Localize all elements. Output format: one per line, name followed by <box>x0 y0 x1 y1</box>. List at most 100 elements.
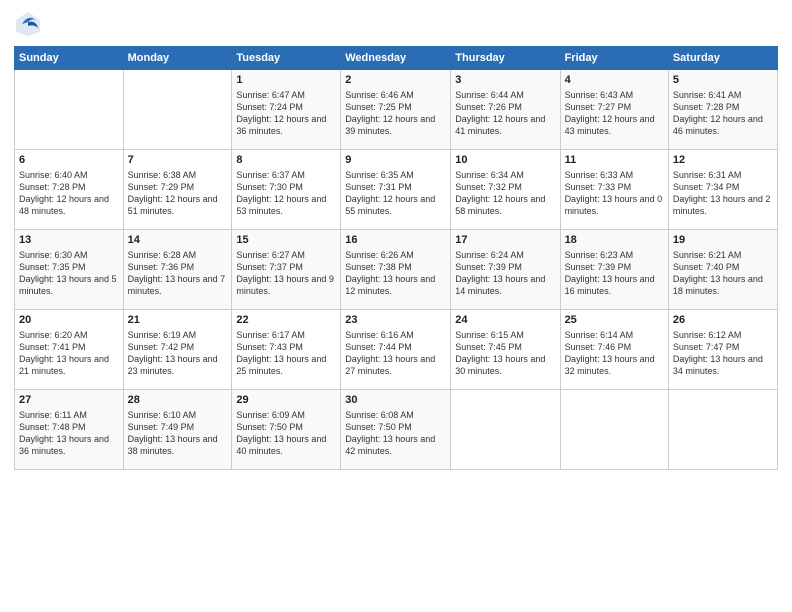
day-number: 25 <box>565 313 664 328</box>
calendar-cell: 12Sunrise: 6:31 AM Sunset: 7:34 PM Dayli… <box>668 150 777 230</box>
calendar-cell: 18Sunrise: 6:23 AM Sunset: 7:39 PM Dayli… <box>560 230 668 310</box>
calendar-cell: 25Sunrise: 6:14 AM Sunset: 7:46 PM Dayli… <box>560 310 668 390</box>
calendar-cell: 6Sunrise: 6:40 AM Sunset: 7:28 PM Daylig… <box>15 150 124 230</box>
calendar-cell: 20Sunrise: 6:20 AM Sunset: 7:41 PM Dayli… <box>15 310 124 390</box>
calendar-cell: 15Sunrise: 6:27 AM Sunset: 7:37 PM Dayli… <box>232 230 341 310</box>
calendar-cell: 13Sunrise: 6:30 AM Sunset: 7:35 PM Dayli… <box>15 230 124 310</box>
week-row-1: 1Sunrise: 6:47 AM Sunset: 7:24 PM Daylig… <box>15 70 778 150</box>
day-info: Sunrise: 6:09 AM Sunset: 7:50 PM Dayligh… <box>236 409 336 458</box>
day-info: Sunrise: 6:47 AM Sunset: 7:24 PM Dayligh… <box>236 89 336 138</box>
calendar-cell: 19Sunrise: 6:21 AM Sunset: 7:40 PM Dayli… <box>668 230 777 310</box>
day-number: 6 <box>19 153 119 168</box>
calendar-cell: 30Sunrise: 6:08 AM Sunset: 7:50 PM Dayli… <box>341 390 451 470</box>
calendar-cell: 3Sunrise: 6:44 AM Sunset: 7:26 PM Daylig… <box>451 70 560 150</box>
day-number: 3 <box>455 73 555 88</box>
calendar-cell <box>668 390 777 470</box>
calendar-cell <box>15 70 124 150</box>
calendar-cell: 10Sunrise: 6:34 AM Sunset: 7:32 PM Dayli… <box>451 150 560 230</box>
day-info: Sunrise: 6:40 AM Sunset: 7:28 PM Dayligh… <box>19 169 119 218</box>
day-number: 8 <box>236 153 336 168</box>
calendar-cell: 24Sunrise: 6:15 AM Sunset: 7:45 PM Dayli… <box>451 310 560 390</box>
day-info: Sunrise: 6:41 AM Sunset: 7:28 PM Dayligh… <box>673 89 773 138</box>
calendar-cell: 14Sunrise: 6:28 AM Sunset: 7:36 PM Dayli… <box>123 230 232 310</box>
day-number: 26 <box>673 313 773 328</box>
day-info: Sunrise: 6:14 AM Sunset: 7:46 PM Dayligh… <box>565 329 664 378</box>
calendar-cell: 22Sunrise: 6:17 AM Sunset: 7:43 PM Dayli… <box>232 310 341 390</box>
day-info: Sunrise: 6:15 AM Sunset: 7:45 PM Dayligh… <box>455 329 555 378</box>
day-info: Sunrise: 6:43 AM Sunset: 7:27 PM Dayligh… <box>565 89 664 138</box>
day-number: 4 <box>565 73 664 88</box>
calendar-cell: 26Sunrise: 6:12 AM Sunset: 7:47 PM Dayli… <box>668 310 777 390</box>
day-info: Sunrise: 6:26 AM Sunset: 7:38 PM Dayligh… <box>345 249 446 298</box>
calendar-cell: 7Sunrise: 6:38 AM Sunset: 7:29 PM Daylig… <box>123 150 232 230</box>
week-row-5: 27Sunrise: 6:11 AM Sunset: 7:48 PM Dayli… <box>15 390 778 470</box>
day-number: 28 <box>128 393 228 408</box>
calendar-cell: 21Sunrise: 6:19 AM Sunset: 7:42 PM Dayli… <box>123 310 232 390</box>
day-info: Sunrise: 6:31 AM Sunset: 7:34 PM Dayligh… <box>673 169 773 218</box>
day-info: Sunrise: 6:10 AM Sunset: 7:49 PM Dayligh… <box>128 409 228 458</box>
day-number: 29 <box>236 393 336 408</box>
calendar-cell: 2Sunrise: 6:46 AM Sunset: 7:25 PM Daylig… <box>341 70 451 150</box>
day-number: 10 <box>455 153 555 168</box>
day-number: 9 <box>345 153 446 168</box>
day-number: 17 <box>455 233 555 248</box>
weekday-sunday: Sunday <box>15 47 124 70</box>
day-info: Sunrise: 6:21 AM Sunset: 7:40 PM Dayligh… <box>673 249 773 298</box>
day-number: 24 <box>455 313 555 328</box>
day-number: 22 <box>236 313 336 328</box>
calendar-cell: 5Sunrise: 6:41 AM Sunset: 7:28 PM Daylig… <box>668 70 777 150</box>
calendar-cell: 11Sunrise: 6:33 AM Sunset: 7:33 PM Dayli… <box>560 150 668 230</box>
weekday-thursday: Thursday <box>451 47 560 70</box>
calendar-cell: 23Sunrise: 6:16 AM Sunset: 7:44 PM Dayli… <box>341 310 451 390</box>
calendar-cell: 17Sunrise: 6:24 AM Sunset: 7:39 PM Dayli… <box>451 230 560 310</box>
header <box>14 10 778 38</box>
day-number: 21 <box>128 313 228 328</box>
weekday-tuesday: Tuesday <box>232 47 341 70</box>
calendar-cell: 29Sunrise: 6:09 AM Sunset: 7:50 PM Dayli… <box>232 390 341 470</box>
day-info: Sunrise: 6:44 AM Sunset: 7:26 PM Dayligh… <box>455 89 555 138</box>
logo <box>14 10 46 38</box>
calendar-cell <box>451 390 560 470</box>
day-info: Sunrise: 6:35 AM Sunset: 7:31 PM Dayligh… <box>345 169 446 218</box>
day-info: Sunrise: 6:20 AM Sunset: 7:41 PM Dayligh… <box>19 329 119 378</box>
calendar-cell <box>123 70 232 150</box>
day-info: Sunrise: 6:08 AM Sunset: 7:50 PM Dayligh… <box>345 409 446 458</box>
calendar-cell: 9Sunrise: 6:35 AM Sunset: 7:31 PM Daylig… <box>341 150 451 230</box>
weekday-wednesday: Wednesday <box>341 47 451 70</box>
day-info: Sunrise: 6:30 AM Sunset: 7:35 PM Dayligh… <box>19 249 119 298</box>
weekday-friday: Friday <box>560 47 668 70</box>
calendar-cell: 8Sunrise: 6:37 AM Sunset: 7:30 PM Daylig… <box>232 150 341 230</box>
day-number: 11 <box>565 153 664 168</box>
weekday-monday: Monday <box>123 47 232 70</box>
day-info: Sunrise: 6:17 AM Sunset: 7:43 PM Dayligh… <box>236 329 336 378</box>
day-number: 23 <box>345 313 446 328</box>
day-number: 13 <box>19 233 119 248</box>
day-info: Sunrise: 6:33 AM Sunset: 7:33 PM Dayligh… <box>565 169 664 218</box>
day-info: Sunrise: 6:46 AM Sunset: 7:25 PM Dayligh… <box>345 89 446 138</box>
calendar-cell: 1Sunrise: 6:47 AM Sunset: 7:24 PM Daylig… <box>232 70 341 150</box>
week-row-2: 6Sunrise: 6:40 AM Sunset: 7:28 PM Daylig… <box>15 150 778 230</box>
week-row-4: 20Sunrise: 6:20 AM Sunset: 7:41 PM Dayli… <box>15 310 778 390</box>
calendar-table: SundayMondayTuesdayWednesdayThursdayFrid… <box>14 46 778 470</box>
day-info: Sunrise: 6:19 AM Sunset: 7:42 PM Dayligh… <box>128 329 228 378</box>
day-info: Sunrise: 6:11 AM Sunset: 7:48 PM Dayligh… <box>19 409 119 458</box>
day-number: 2 <box>345 73 446 88</box>
day-number: 18 <box>565 233 664 248</box>
day-info: Sunrise: 6:27 AM Sunset: 7:37 PM Dayligh… <box>236 249 336 298</box>
weekday-saturday: Saturday <box>668 47 777 70</box>
day-info: Sunrise: 6:23 AM Sunset: 7:39 PM Dayligh… <box>565 249 664 298</box>
calendar-cell: 27Sunrise: 6:11 AM Sunset: 7:48 PM Dayli… <box>15 390 124 470</box>
calendar-cell: 28Sunrise: 6:10 AM Sunset: 7:49 PM Dayli… <box>123 390 232 470</box>
day-number: 20 <box>19 313 119 328</box>
weekday-header-row: SundayMondayTuesdayWednesdayThursdayFrid… <box>15 47 778 70</box>
day-info: Sunrise: 6:37 AM Sunset: 7:30 PM Dayligh… <box>236 169 336 218</box>
day-number: 19 <box>673 233 773 248</box>
page: SundayMondayTuesdayWednesdayThursdayFrid… <box>0 0 792 612</box>
day-number: 7 <box>128 153 228 168</box>
calendar-cell: 16Sunrise: 6:26 AM Sunset: 7:38 PM Dayli… <box>341 230 451 310</box>
day-number: 30 <box>345 393 446 408</box>
day-info: Sunrise: 6:28 AM Sunset: 7:36 PM Dayligh… <box>128 249 228 298</box>
day-info: Sunrise: 6:38 AM Sunset: 7:29 PM Dayligh… <box>128 169 228 218</box>
day-number: 15 <box>236 233 336 248</box>
day-number: 14 <box>128 233 228 248</box>
